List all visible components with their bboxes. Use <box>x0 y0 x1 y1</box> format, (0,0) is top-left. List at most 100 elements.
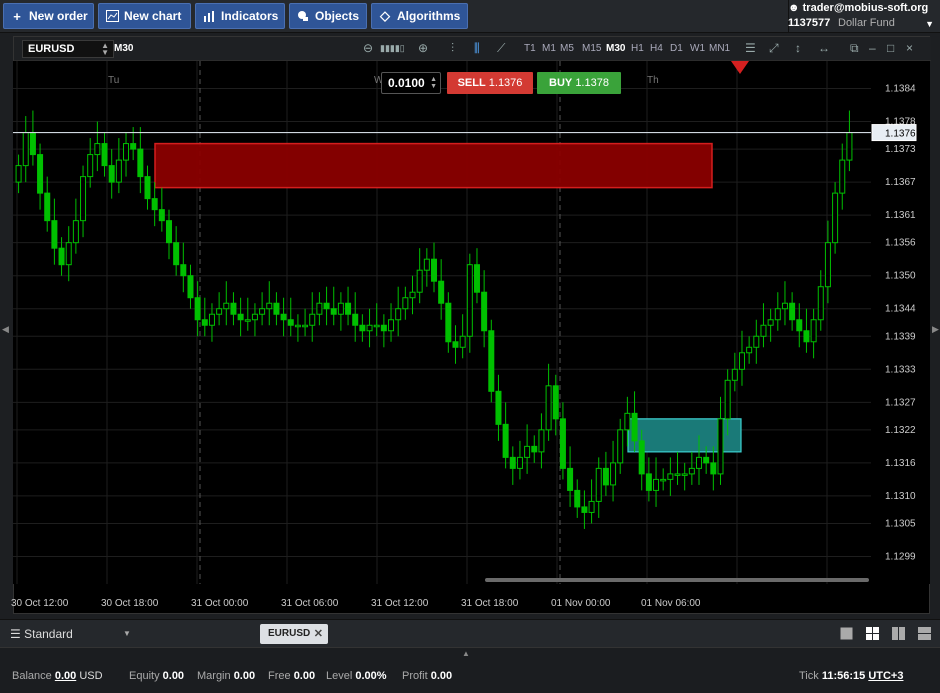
y-tick-label: 1.1339 <box>885 331 916 342</box>
candle-body <box>588 500 595 513</box>
candle-body <box>846 132 853 161</box>
timeframe-m30[interactable]: M30 <box>606 43 625 54</box>
candle-body <box>767 319 774 326</box>
zoom-slider[interactable]: ▮▮▮▮▯ <box>380 43 405 54</box>
left-panel-arrow-icon[interactable]: ◀ <box>2 324 9 335</box>
timeframe-mn1[interactable]: MN1 <box>709 43 730 54</box>
candle-body <box>158 209 165 222</box>
profit: Profit 0.00 <box>402 670 453 682</box>
current-timeframe: M30 <box>114 43 134 54</box>
candle-body <box>724 379 731 420</box>
candle-body <box>251 313 258 321</box>
equity: Equity 0.00 <box>129 670 185 682</box>
tab-eurusd[interactable]: EURUSD ✕ <box>260 624 328 644</box>
timeframe-t1[interactable]: T1 <box>524 43 536 54</box>
draw-line-icon[interactable]: ⤢ <box>769 41 779 56</box>
candlestick-icon[interactable]: ⫼ <box>474 41 480 56</box>
maximize-icon[interactable]: □ <box>887 41 894 55</box>
timeframe-d1[interactable]: D1 <box>670 43 683 54</box>
buy-price: 1.1378 <box>575 77 609 89</box>
candle-body <box>495 390 502 425</box>
timeframe-h1[interactable]: H1 <box>631 43 644 54</box>
zoom-out-icon[interactable]: ⊖ <box>363 41 373 55</box>
price-chart[interactable]: Tu W Th1.13841.13781.13731.13671.13611.135… <box>13 61 930 584</box>
timeframe-m15[interactable]: M15 <box>582 43 601 54</box>
symbol-label: EURUSD <box>28 43 75 55</box>
right-panel-arrow-icon[interactable]: ▶ <box>932 324 939 335</box>
chevron-down-icon[interactable]: ▼ <box>925 19 934 29</box>
horizontal-line-icon[interactable]: ↔ <box>818 41 830 55</box>
timeframe-w1[interactable]: W1 <box>690 43 705 54</box>
buy-button[interactable]: BUY 1.1378 <box>537 72 621 94</box>
account-selector[interactable]: ☻ trader@mobius-soft.org 1137577 Dollar … <box>784 2 934 32</box>
columns-layout-icon[interactable] <box>892 627 906 641</box>
candle-body <box>696 456 703 469</box>
candle-body <box>423 258 430 271</box>
rows-layout-icon[interactable] <box>918 627 932 641</box>
candle-body <box>194 297 201 321</box>
symbol-selector[interactable]: EURUSD ▲ ▼ <box>22 40 114 58</box>
timezone-selector[interactable]: UTC+3 <box>868 670 903 682</box>
bar-chart-icon[interactable]: ⫶ <box>451 41 454 56</box>
candle-body <box>294 324 301 328</box>
collapse-handle-icon[interactable]: ▲ <box>462 649 470 658</box>
candle-body <box>488 330 495 392</box>
candle-body <box>359 324 366 332</box>
user-icon: ☻ <box>788 2 800 14</box>
close-icon[interactable]: × <box>906 41 913 55</box>
candle-body <box>44 192 51 222</box>
indicators-button[interactable]: Indicators <box>195 3 285 29</box>
close-tab-icon[interactable]: ✕ <box>314 627 323 640</box>
candle-body <box>610 462 617 486</box>
indicator-settings-icon[interactable]: ☰ <box>745 41 756 55</box>
candle-body <box>667 473 674 480</box>
algorithms-label: Algorithms <box>397 9 461 23</box>
timeframe-m5[interactable]: M5 <box>560 43 574 54</box>
candle-body <box>115 159 122 183</box>
y-tick-label: 1.1356 <box>885 238 916 249</box>
layout-selector[interactable]: ☰ Standard ▼ <box>10 627 131 641</box>
current-price-label: 1.1376 <box>885 129 916 140</box>
candle-body <box>280 313 287 321</box>
y-tick-label: 1.1299 <box>885 551 916 562</box>
new-chart-button[interactable]: New chart <box>98 3 191 29</box>
candle-body <box>545 385 552 431</box>
candle-body <box>602 467 609 486</box>
candle-body <box>531 445 538 453</box>
candle-body <box>151 198 158 211</box>
grid-layout-icon[interactable] <box>866 627 880 641</box>
y-tick-label: 1.1305 <box>885 518 916 529</box>
candle-body <box>674 473 681 476</box>
candle-body <box>402 297 409 310</box>
candle-body <box>108 165 115 183</box>
y-tick-label: 1.1373 <box>885 144 916 155</box>
candle-body <box>509 456 516 469</box>
objects-icon <box>296 9 310 23</box>
line-chart-icon[interactable]: ⟋ <box>497 41 505 56</box>
chart-toolbar: EURUSD ▲ ▼ M30 ⊖ ▮▮▮▮▯ ⊕ ⫶ ⫼ ⟋ T1 M1 M5 M15 M… <box>14 37 931 61</box>
objects-label: Objects <box>315 9 360 23</box>
candle-body <box>37 154 44 194</box>
lot-size-input[interactable]: 0.0100 ▲ ▼ <box>381 72 441 94</box>
new-order-button[interactable]: + New order <box>3 3 94 29</box>
candle-body <box>430 258 438 282</box>
vertical-line-icon[interactable]: ↕ <box>795 41 801 55</box>
candle-body <box>409 291 416 299</box>
objects-button[interactable]: Objects <box>289 3 367 29</box>
minimize-icon[interactable]: – <box>869 41 876 55</box>
stepper-icon[interactable]: ▲ ▼ <box>430 76 437 90</box>
algorithms-button[interactable]: ◇ Algorithms <box>371 3 468 29</box>
detach-icon[interactable]: ⧉ <box>850 41 859 56</box>
timeframe-m1[interactable]: M1 <box>542 43 556 54</box>
candle-body <box>538 429 545 453</box>
candle-body <box>65 242 72 266</box>
zoom-in-icon[interactable]: ⊕ <box>418 41 428 55</box>
x-tick-label: 31 Oct 12:00 <box>371 598 429 609</box>
candle-body <box>352 313 359 326</box>
x-tick-label: 30 Oct 12:00 <box>11 598 69 609</box>
single-layout-icon[interactable] <box>840 627 854 641</box>
timeframe-h4[interactable]: H4 <box>650 43 663 54</box>
candle-body <box>266 302 273 310</box>
plus-icon: + <box>13 8 21 24</box>
sell-button[interactable]: SELL 1.1376 <box>447 72 533 94</box>
